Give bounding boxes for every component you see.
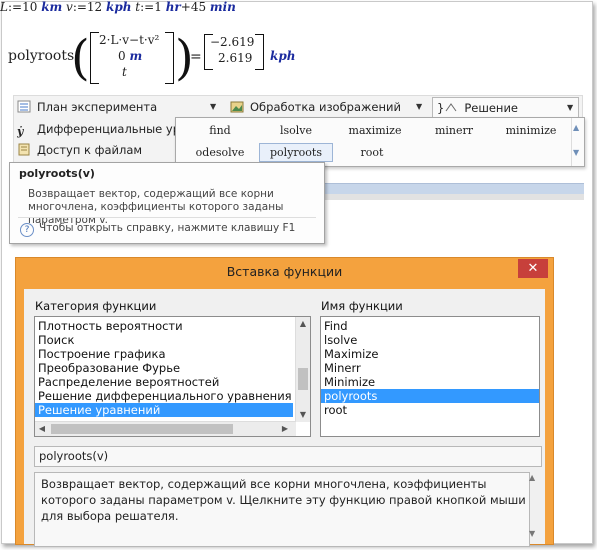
scroll-up-icon[interactable]: ▲ xyxy=(529,473,535,482)
palette-button-maximize[interactable]: maximize xyxy=(336,122,414,139)
list-item-selected[interactable]: Решение уравнений xyxy=(35,403,293,417)
solve-icon xyxy=(445,103,457,112)
palette-button-odesolve[interactable]: odesolve xyxy=(184,144,256,161)
unit-hr: hr xyxy=(165,0,181,14)
list-item[interactable]: lsolve xyxy=(321,333,539,347)
image-icon xyxy=(230,101,244,113)
category-horizontal-scrollbar[interactable]: ◀ ▶ xyxy=(35,421,296,436)
var-L[interactable]: L xyxy=(0,0,8,14)
unit-kph: kph xyxy=(106,0,132,14)
list-item[interactable]: Распределение вероятностей xyxy=(35,375,293,389)
insert-function-dialog: Вставка функции ✕ Категория функции Имя … xyxy=(15,257,554,547)
matrix-right-bracket xyxy=(165,32,174,84)
variable-definitions: L:=10 km v:=12 kph t:=1 hr+45 min xyxy=(0,0,236,14)
scroll-down-icon[interactable]: ▼ xyxy=(529,529,535,538)
description-scrollbar[interactable]: ▲ ▼ xyxy=(529,473,539,543)
function-name: polyroots xyxy=(8,48,75,64)
list-item[interactable]: Решение дифференциального уравнения xyxy=(35,389,293,403)
result-unit: kph xyxy=(270,49,296,63)
tooltip-divider xyxy=(18,217,316,218)
palette-button-polyroots[interactable]: polyroots xyxy=(259,143,333,162)
solve-functions-palette: find lsolve maximize minerr minimize ode… xyxy=(175,117,585,167)
ribbon-separator xyxy=(322,194,584,200)
tooltip-help: ? Чтобы открыть справку, нажмите клавишу … xyxy=(20,222,295,237)
matrix-cell-1: 2·L·v−t·v² xyxy=(99,33,160,47)
palette-button-minimize[interactable]: minimize xyxy=(494,122,568,139)
palette-button-lsolve[interactable]: lsolve xyxy=(260,122,332,139)
list-item[interactable]: Minimize xyxy=(321,375,539,389)
plan-experiment-dropdown[interactable]: План эксперимента ▼ xyxy=(17,97,227,117)
category-label: Категория функции xyxy=(35,299,157,313)
scroll-down-icon[interactable]: ▼ xyxy=(573,148,579,157)
palette-button-minerr[interactable]: minerr xyxy=(418,122,490,139)
help-icon: ? xyxy=(20,223,34,237)
function-description: Возвращает вектор, содержащий все корни … xyxy=(34,472,530,547)
category-vertical-scrollbar[interactable]: ▲ ▼ xyxy=(295,317,310,422)
ribbon-band xyxy=(322,183,584,194)
dydx-icon: ẏ xyxy=(17,125,24,138)
result-2: 2.619 xyxy=(218,51,253,65)
scroll-thumb[interactable] xyxy=(51,424,233,434)
list-item[interactable]: Построение графика xyxy=(35,347,293,361)
list-icon xyxy=(17,100,31,113)
close-button[interactable]: ✕ xyxy=(518,259,548,278)
scroll-down-icon[interactable]: ▼ xyxy=(296,409,310,421)
scroll-up-icon[interactable]: ▲ xyxy=(296,318,310,330)
function-list[interactable]: Find lsolve Maximize Minerr Minimize pol… xyxy=(320,316,540,437)
chevron-down-icon: ▼ xyxy=(416,102,423,111)
list-item[interactable]: Find xyxy=(321,319,539,333)
image-processing-dropdown[interactable]: Обработка изображений ▼ xyxy=(230,97,425,117)
scroll-up-icon[interactable]: ▲ xyxy=(573,123,579,132)
list-item-selected[interactable]: polyroots xyxy=(321,389,539,403)
result-1: −2.619 xyxy=(210,35,255,49)
file-icon xyxy=(18,143,30,156)
matrix-left-bracket xyxy=(90,32,99,84)
list-item[interactable]: Плотность вероятности xyxy=(35,319,293,333)
polyroots-expression[interactable]: polyroots ( 2·L·v−t·v² 0 m t ) = −2.619 … xyxy=(8,32,308,84)
function-signature: polyroots(v) xyxy=(34,446,542,467)
list-item[interactable]: Поиск xyxy=(35,333,293,347)
palette-scrollbar[interactable]: ▲ ▼ xyxy=(571,118,584,166)
scroll-left-icon[interactable]: ◀ xyxy=(37,423,47,435)
scroll-thumb[interactable] xyxy=(298,368,308,390)
scroll-right-icon[interactable]: ▶ xyxy=(280,423,290,435)
equals-sign: = xyxy=(190,49,202,65)
unit-km: km xyxy=(41,0,63,14)
chevron-down-icon: ▼ xyxy=(210,102,217,111)
dialog-title: Вставка функции xyxy=(226,264,343,279)
file-access-dropdown[interactable]: Доступ к файлам xyxy=(17,140,187,160)
open-paren: ( xyxy=(71,30,90,86)
category-list[interactable]: Плотность вероятности Поиск Построение г… xyxy=(34,316,311,437)
solve-dropdown[interactable]: } Решение ▼ xyxy=(432,97,579,118)
dialog-body: Категория функции Имя функции Плотность … xyxy=(24,289,545,547)
brace-icon: } xyxy=(437,101,445,115)
chevron-down-icon: ▼ xyxy=(567,103,574,112)
list-item[interactable]: Minerr xyxy=(321,361,539,375)
list-item[interactable]: root xyxy=(321,403,539,417)
tooltip-title: polyroots(v) xyxy=(19,167,95,180)
result-right-bracket xyxy=(255,34,264,70)
unit-min: min xyxy=(209,0,236,14)
differential-equations-dropdown[interactable]: ẏДифференциальные уравнения xyxy=(17,119,187,139)
matrix-cell-3: t xyxy=(122,65,127,79)
palette-button-find[interactable]: find xyxy=(184,122,256,139)
list-item[interactable]: Преобразование Фурье xyxy=(35,361,293,375)
palette-button-root[interactable]: root xyxy=(336,144,408,161)
var-v[interactable]: v xyxy=(66,0,73,14)
function-name-label: Имя функции xyxy=(321,299,403,313)
list-item[interactable]: Maximize xyxy=(321,347,539,361)
matrix-cell-2: 0 m xyxy=(118,49,143,63)
function-tooltip: polyroots(v) Возвращает вектор, содержащ… xyxy=(9,162,325,244)
